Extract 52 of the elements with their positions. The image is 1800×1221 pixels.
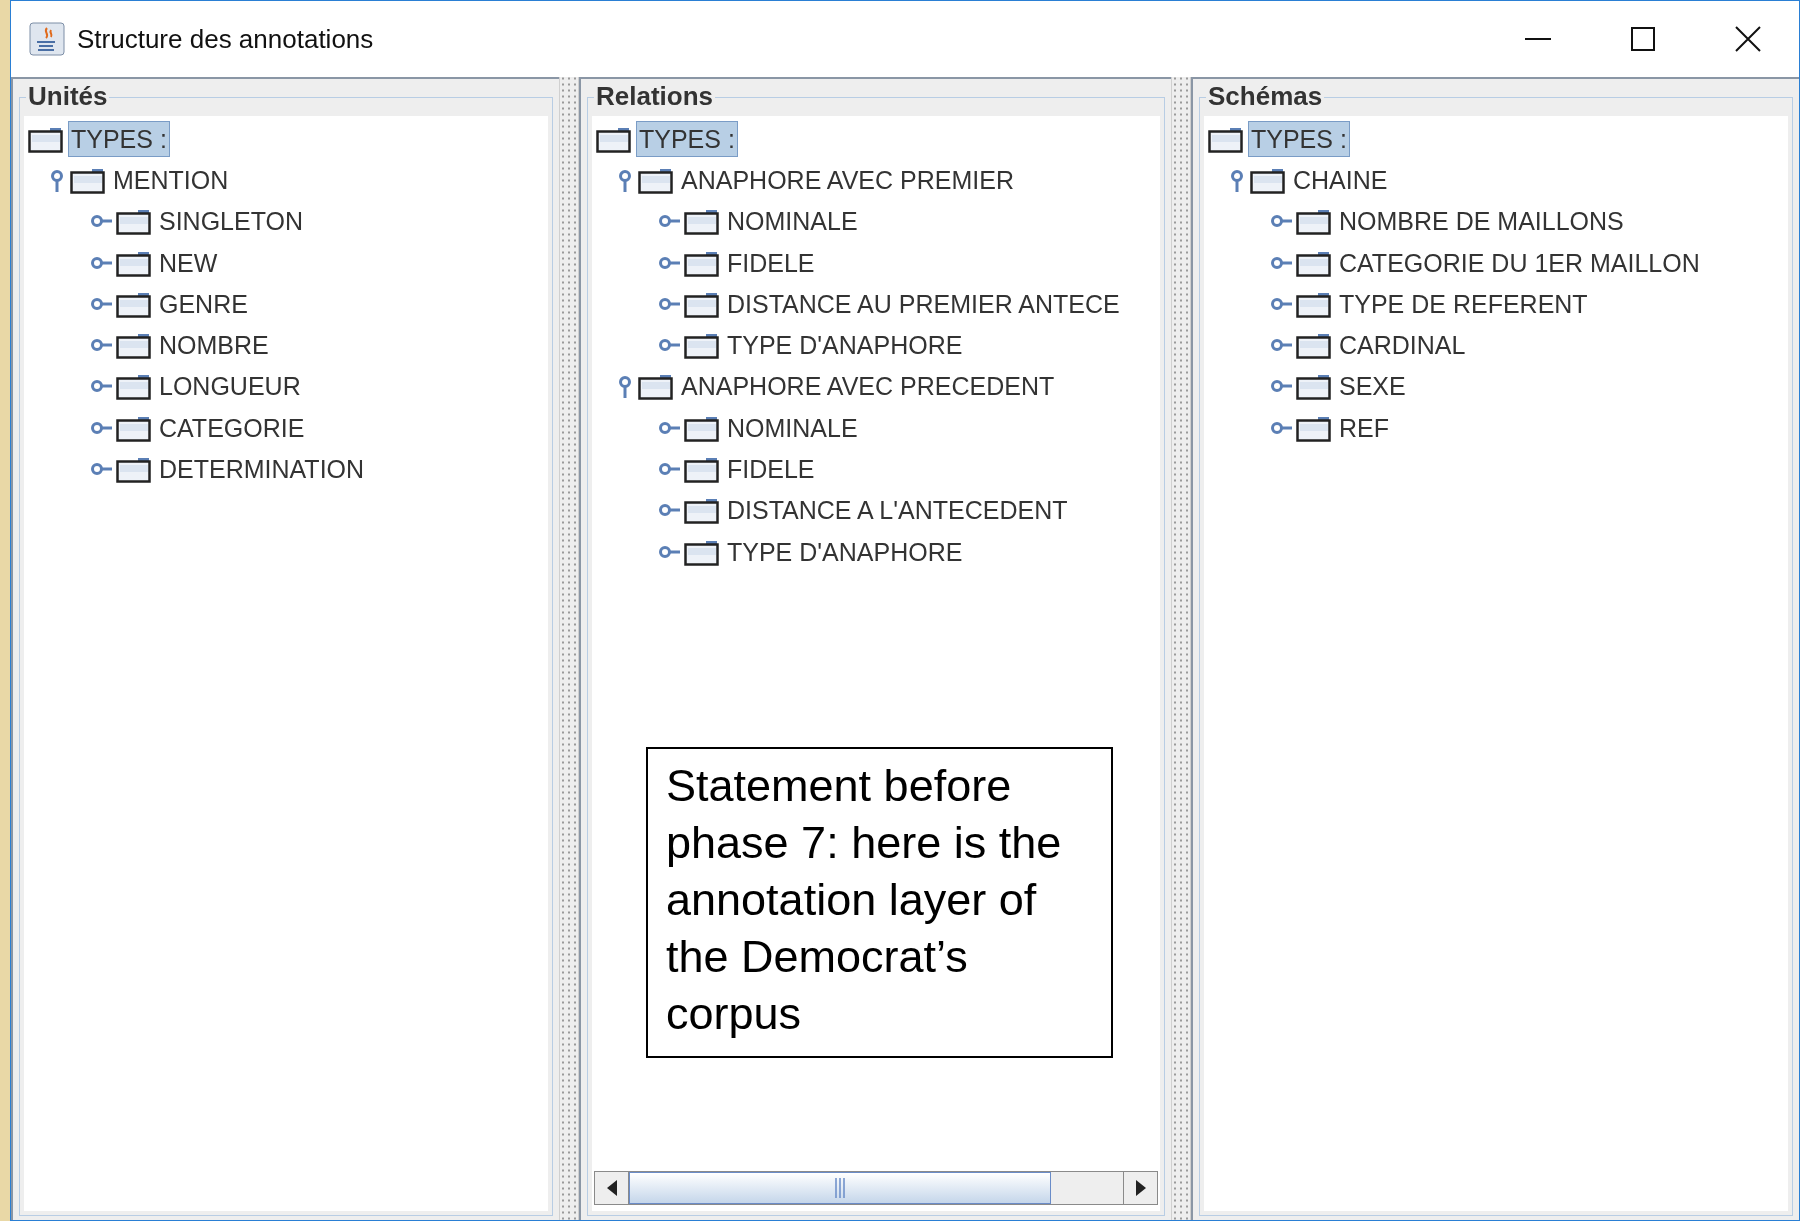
tree-node-label[interactable]: TYPES : (636, 120, 738, 157)
tree-node-label[interactable]: TYPE DE REFERENT (1336, 285, 1591, 322)
window-title: Structure des annotations (77, 22, 374, 56)
tree-node-label[interactable]: NOMINALE (724, 409, 861, 446)
folder-icon (1296, 331, 1332, 360)
folder-icon (1296, 207, 1332, 236)
splitter-handle[interactable] (1171, 77, 1191, 1220)
folder-icon (638, 372, 674, 401)
app-icon (29, 22, 65, 56)
maximize-icon[interactable] (1631, 27, 1655, 51)
tree-node-label[interactable]: TYPES : (68, 120, 170, 157)
tree-node-label[interactable]: NOMINALE (724, 203, 861, 240)
tree-node-label[interactable]: TYPE D'ANAPHORE (724, 327, 966, 364)
folder-icon (684, 331, 720, 360)
tree-node-label[interactable]: REF (1336, 409, 1392, 446)
note-box: Statement before phase 7: here is the annotation layer of the Democrat’s corpus (646, 747, 1113, 1058)
tree-node-label[interactable]: DISTANCE A L'ANTECEDENT (724, 492, 1071, 529)
tree-node-label[interactable]: DISTANCE AU PREMIER ANTECE (724, 285, 1123, 322)
splitter-handle[interactable] (559, 77, 579, 1220)
tree-node-label[interactable]: NOMBRE DE MAILLONS (1336, 203, 1627, 240)
tree-node-label[interactable]: FIDELE (724, 244, 818, 281)
folder-icon (116, 331, 152, 360)
tree-node-label[interactable]: GENRE (156, 285, 251, 322)
tree-node-label[interactable]: CHAINE (1290, 161, 1391, 198)
tree-node-label[interactable]: CATEGORIE DU 1ER MAILLON (1336, 244, 1703, 281)
minimize-icon[interactable] (1525, 37, 1551, 41)
horizontal-scrollbar[interactable] (594, 1171, 1158, 1205)
tree-node-label[interactable]: ANAPHORE AVEC PREMIER (678, 161, 1017, 198)
tree-node-label[interactable]: TYPES : (1248, 120, 1350, 157)
tree-node-label[interactable]: MENTION (110, 161, 232, 198)
folder-icon (116, 455, 152, 483)
tree-node-label[interactable]: TYPE D'ANAPHORE (724, 533, 966, 570)
left-arrow-icon[interactable] (606, 1180, 617, 1196)
folder-icon (684, 455, 720, 483)
folder-icon (1296, 372, 1332, 401)
folder-icon (116, 207, 152, 236)
tree-node-label[interactable]: CARDINAL (1336, 327, 1469, 364)
folder-icon (684, 496, 720, 525)
tree-node-label[interactable]: NEW (156, 244, 221, 281)
tree-node-label[interactable]: FIDELE (724, 451, 818, 487)
tree-node-label[interactable]: ANAPHORE AVEC PRECEDENT (678, 368, 1058, 405)
tree-node-label[interactable]: LONGUEUR (156, 368, 304, 405)
tree-node-label[interactable]: NOMBRE (156, 327, 272, 364)
tree-node-label[interactable]: SINGLETON (156, 203, 307, 240)
right-arrow-icon[interactable] (1135, 1180, 1146, 1196)
close-icon[interactable] (1735, 26, 1761, 52)
tree-node-label[interactable]: DETERMINATION (156, 451, 368, 487)
tree-node-label[interactable]: CATEGORIE (156, 409, 308, 446)
folder-icon (116, 372, 152, 401)
grip-icon (834, 1178, 846, 1198)
tree-node-label[interactable]: SEXE (1336, 368, 1409, 405)
folder-icon (684, 207, 720, 236)
